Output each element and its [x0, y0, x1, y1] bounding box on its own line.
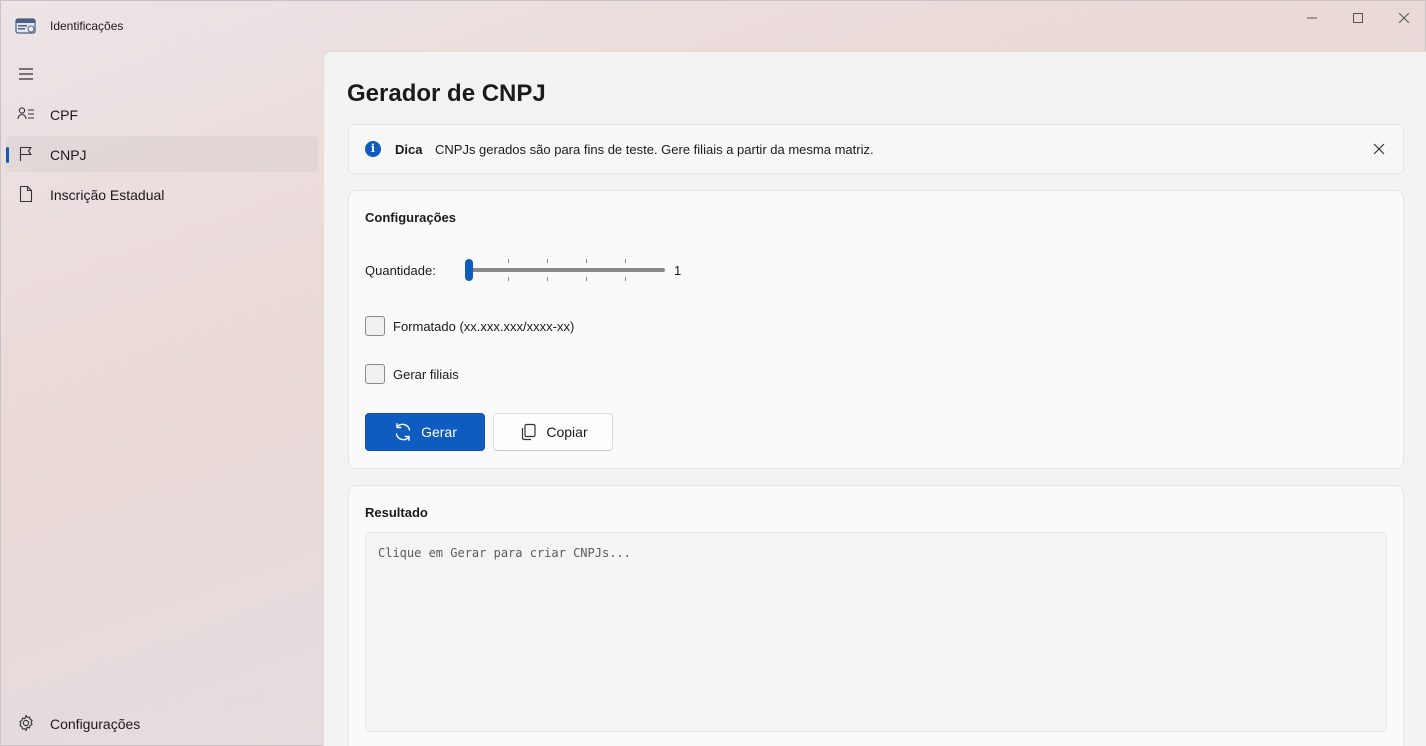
result-card: Resultado Clique em Gerar para criar CNP… [348, 485, 1404, 746]
close-icon [1399, 13, 1409, 23]
refresh-icon [393, 422, 413, 442]
close-window-button[interactable] [1381, 1, 1426, 35]
settings-label: Configurações [50, 716, 141, 732]
title-bar: Identificações [1, 1, 1426, 51]
info-bar: i Dica CNPJs gerados são para fins de te… [348, 124, 1404, 174]
generate-button[interactable]: Gerar [365, 413, 485, 451]
sidebar-item-cnpj[interactable]: CNPJ [6, 136, 318, 172]
hamburger-icon [19, 68, 33, 80]
slider-tick [547, 277, 548, 281]
branches-label: Gerar filiais [393, 366, 459, 382]
result-title: Resultado [365, 505, 428, 520]
branches-checkbox[interactable] [365, 364, 385, 384]
info-icon: i [365, 141, 381, 157]
person-list-icon [17, 105, 35, 123]
app-id-card-icon [15, 17, 37, 35]
flag-icon [17, 145, 35, 163]
sidebar-item-label: CPF [50, 107, 78, 123]
sidebar-item-label: CNPJ [50, 147, 87, 163]
slider-tick [625, 277, 626, 281]
sidebar-item-label: Inscrição Estadual [50, 187, 165, 203]
gear-icon [17, 714, 35, 732]
nav-menu-toggle-button[interactable] [9, 57, 43, 91]
info-bar-message: CNPJs gerados são para fins de teste. Ge… [435, 142, 874, 157]
sidebar-item-inscricao-estadual[interactable]: Inscrição Estadual [6, 176, 318, 212]
maximize-icon [1353, 13, 1363, 23]
slider-tick [547, 259, 548, 263]
copy-icon [518, 422, 538, 442]
slider-track [469, 268, 665, 272]
formatted-label: Formatado (xx.xxx.xxx/xxxx-xx) [393, 318, 575, 334]
copy-label: Copiar [546, 424, 588, 440]
slider-tick [625, 259, 626, 263]
config-title: Configurações [365, 210, 457, 225]
slider-tick [508, 259, 509, 263]
generate-label: Gerar [421, 424, 457, 440]
result-placeholder: Clique em Gerar para criar CNPJs... [378, 546, 631, 560]
slider-tick [508, 277, 509, 281]
slider-tick [586, 259, 587, 263]
page-title: Gerador de CNPJ [347, 80, 546, 107]
app-window: Identificações CPF CNPJ Inscrição Estadu… [0, 0, 1426, 746]
minimize-icon [1307, 17, 1317, 19]
quantity-label: Quantidade: [365, 263, 436, 278]
branches-checkbox-row[interactable]: Gerar filiais [365, 364, 459, 384]
copy-button[interactable]: Copiar [493, 413, 613, 451]
sidebar-item-settings[interactable]: Configurações [6, 705, 318, 741]
info-bar-close-button[interactable] [1367, 137, 1391, 161]
info-bar-title: Dica [395, 142, 423, 157]
document-icon [17, 185, 35, 203]
slider-thumb[interactable] [465, 259, 473, 281]
content-pane: Gerador de CNPJ i Dica CNPJs gerados são… [323, 51, 1426, 746]
minimize-button[interactable] [1289, 1, 1335, 35]
formatted-checkbox-row[interactable]: Formatado (xx.xxx.xxx/xxxx-xx) [365, 316, 574, 336]
selection-indicator [6, 147, 9, 163]
formatted-checkbox[interactable] [365, 316, 385, 336]
sidebar-item-cpf[interactable]: CPF [6, 96, 318, 132]
quantity-value: 1 [674, 263, 682, 278]
maximize-button[interactable] [1335, 1, 1381, 35]
result-textbox[interactable]: Clique em Gerar para criar CNPJs... [365, 532, 1387, 732]
close-icon [1373, 143, 1385, 155]
window-title: Identificações [50, 19, 124, 33]
quantity-slider[interactable] [465, 259, 670, 281]
slider-tick [586, 277, 587, 281]
config-card: Configurações Quantidade: 1 Formatado (x… [348, 190, 1404, 469]
